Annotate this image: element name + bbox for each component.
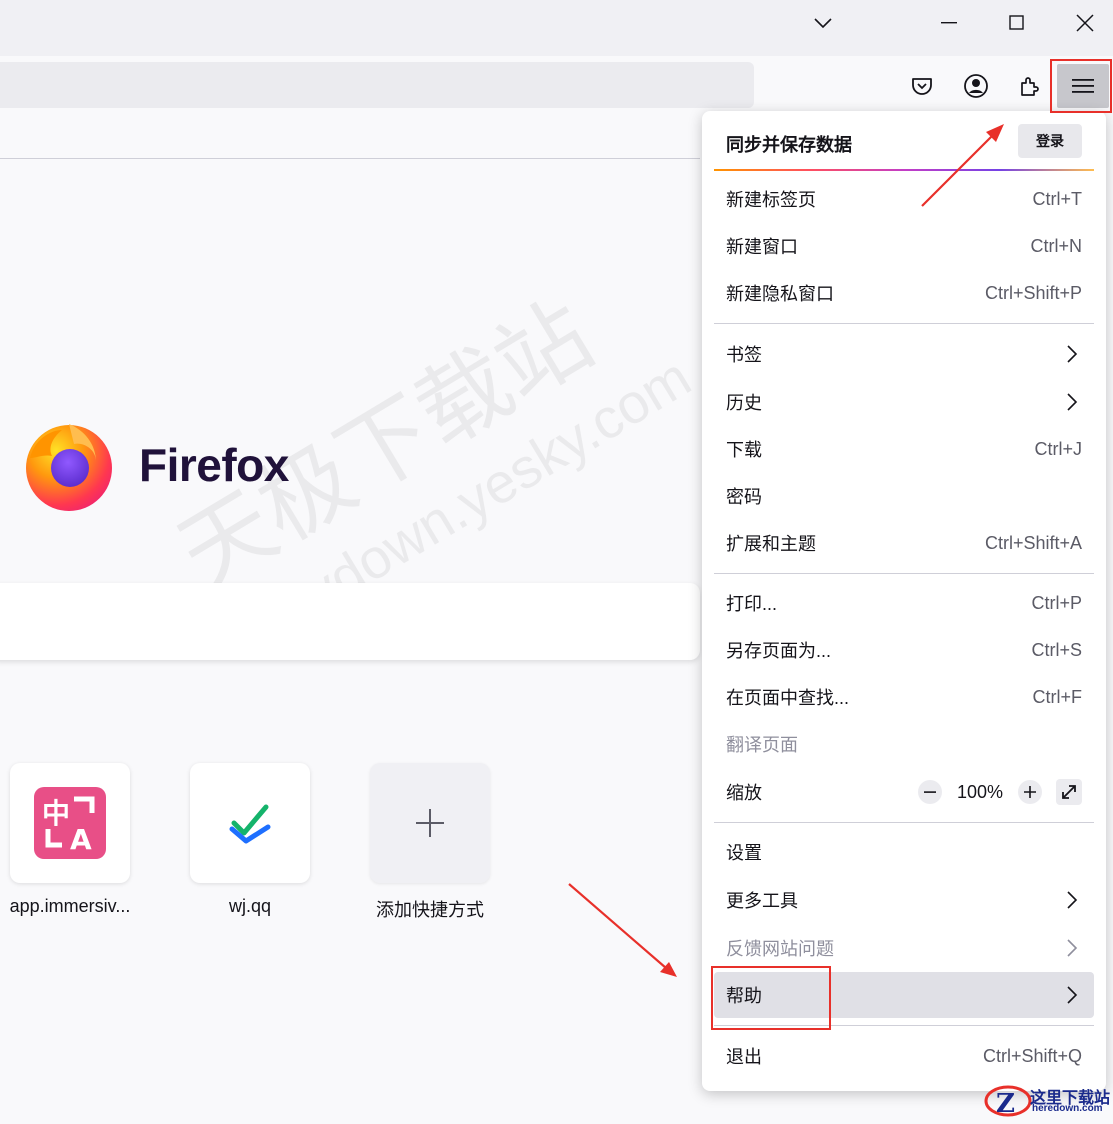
title-bar [0, 0, 1113, 56]
checkmark-icon [229, 804, 271, 844]
menu-item-passwords[interactable]: 密码 [714, 473, 1094, 519]
chevron-right-icon [1067, 939, 1078, 957]
menu-item-save-page-as[interactable]: 另存页面为... Ctrl+S [714, 627, 1094, 673]
translate-icon: 中 A [34, 787, 106, 859]
zoom-reset-button[interactable]: 100% [950, 782, 1010, 803]
menu-item-downloads[interactable]: 下载 Ctrl+J [714, 426, 1094, 472]
menu-item-quit[interactable]: 退出 Ctrl+Shift+Q [714, 1033, 1094, 1079]
firefox-logo [26, 424, 112, 511]
menu-separator [714, 573, 1094, 574]
nav-toolbar [0, 56, 1113, 112]
svg-text:A: A [70, 823, 92, 856]
annotation-arrow-to-help [568, 883, 667, 969]
account-button[interactable] [960, 70, 992, 102]
close-window-button[interactable] [1065, 8, 1105, 38]
menu-item-zoom: 缩放 100% [714, 769, 1094, 815]
annotation-highlight-menu-button [1050, 59, 1112, 113]
application-menu: 同步并保存数据 登录 新建标签页 Ctrl+T 新建窗口 Ctrl+N 新建隐私… [702, 111, 1106, 1091]
sync-title: 同步并保存数据 [726, 135, 852, 155]
svg-text:Z: Z [996, 1089, 1015, 1119]
account-icon [964, 74, 988, 98]
zoom-in-button[interactable] [1018, 780, 1042, 804]
zoom-controls: 100% [918, 776, 1082, 808]
close-icon [1076, 14, 1094, 32]
fullscreen-icon [1062, 785, 1076, 799]
maximize-button[interactable] [997, 8, 1037, 38]
menu-separator [714, 323, 1094, 324]
chevron-right-icon [1067, 891, 1078, 909]
menu-item-new-window[interactable]: 新建窗口 Ctrl+N [714, 223, 1094, 269]
shortcut-label: app.immersiv... [9, 896, 131, 916]
menu-item-new-private-window[interactable]: 新建隐私窗口 Ctrl+Shift+P [714, 270, 1094, 316]
menu-item-history[interactable]: 历史 [714, 379, 1094, 425]
menu-item-addons-themes[interactable]: 扩展和主题 Ctrl+Shift+A [714, 520, 1094, 566]
firefox-wordmark: Firefox [139, 439, 289, 491]
menu-item-more-tools[interactable]: 更多工具 [714, 877, 1094, 923]
shortcut-label: 添加快捷方式 [376, 900, 484, 920]
extensions-button[interactable] [1014, 70, 1046, 102]
plus-icon [1024, 786, 1036, 798]
menu-separator [714, 822, 1094, 823]
shortcut-label: wj.qq [228, 896, 272, 916]
site-logo-icon: Z [984, 1085, 1032, 1119]
add-shortcut-tile[interactable] [370, 763, 490, 883]
bookmarks-toolbar [0, 112, 700, 159]
sync-gradient-divider [714, 169, 1094, 171]
minimize-button[interactable] [929, 8, 969, 38]
minimize-icon [941, 22, 957, 24]
minus-icon [924, 791, 936, 793]
puzzle-piece-icon [1021, 77, 1039, 96]
svg-text:中: 中 [42, 797, 70, 830]
list-all-tabs-button[interactable] [803, 8, 843, 38]
sync-header: 同步并保存数据 登录 [702, 111, 1106, 170]
menu-item-print[interactable]: 打印... Ctrl+P [714, 580, 1094, 626]
annotation-highlight-help [711, 966, 831, 1030]
menu-item-bookmarks[interactable]: 书签 [714, 331, 1094, 377]
menu-item-new-tab[interactable]: 新建标签页 Ctrl+T [714, 176, 1094, 222]
pocket-icon [912, 78, 932, 95]
plus-icon [416, 809, 444, 837]
chevron-down-icon [814, 18, 832, 29]
search-box[interactable] [0, 583, 700, 660]
menu-item-settings[interactable]: 设置 [714, 829, 1094, 875]
site-logo-domain: heredown.com [1032, 1103, 1103, 1114]
menu-item-find-in-page[interactable]: 在页面中查找... Ctrl+F [714, 674, 1094, 720]
corner-site-logo: Z 这里下载站 heredown.com [982, 1082, 1113, 1119]
url-bar[interactable] [0, 62, 754, 108]
fullscreen-button[interactable] [1056, 779, 1082, 805]
menu-item-translate-page: 翻译页面 [726, 735, 798, 755]
pocket-button[interactable] [906, 70, 938, 102]
maximize-icon [1009, 15, 1024, 30]
chevron-right-icon [1067, 986, 1078, 1004]
shortcut-tile-wjqq[interactable] [190, 763, 310, 883]
shortcut-tile-immersive[interactable]: 中 A [10, 763, 130, 883]
menu-item-report-site-issue: 反馈网站问题 [714, 925, 1094, 971]
chevron-right-icon [1067, 393, 1078, 411]
login-button[interactable]: 登录 [1018, 124, 1082, 158]
chevron-right-icon [1067, 345, 1078, 363]
zoom-out-button[interactable] [918, 780, 942, 804]
